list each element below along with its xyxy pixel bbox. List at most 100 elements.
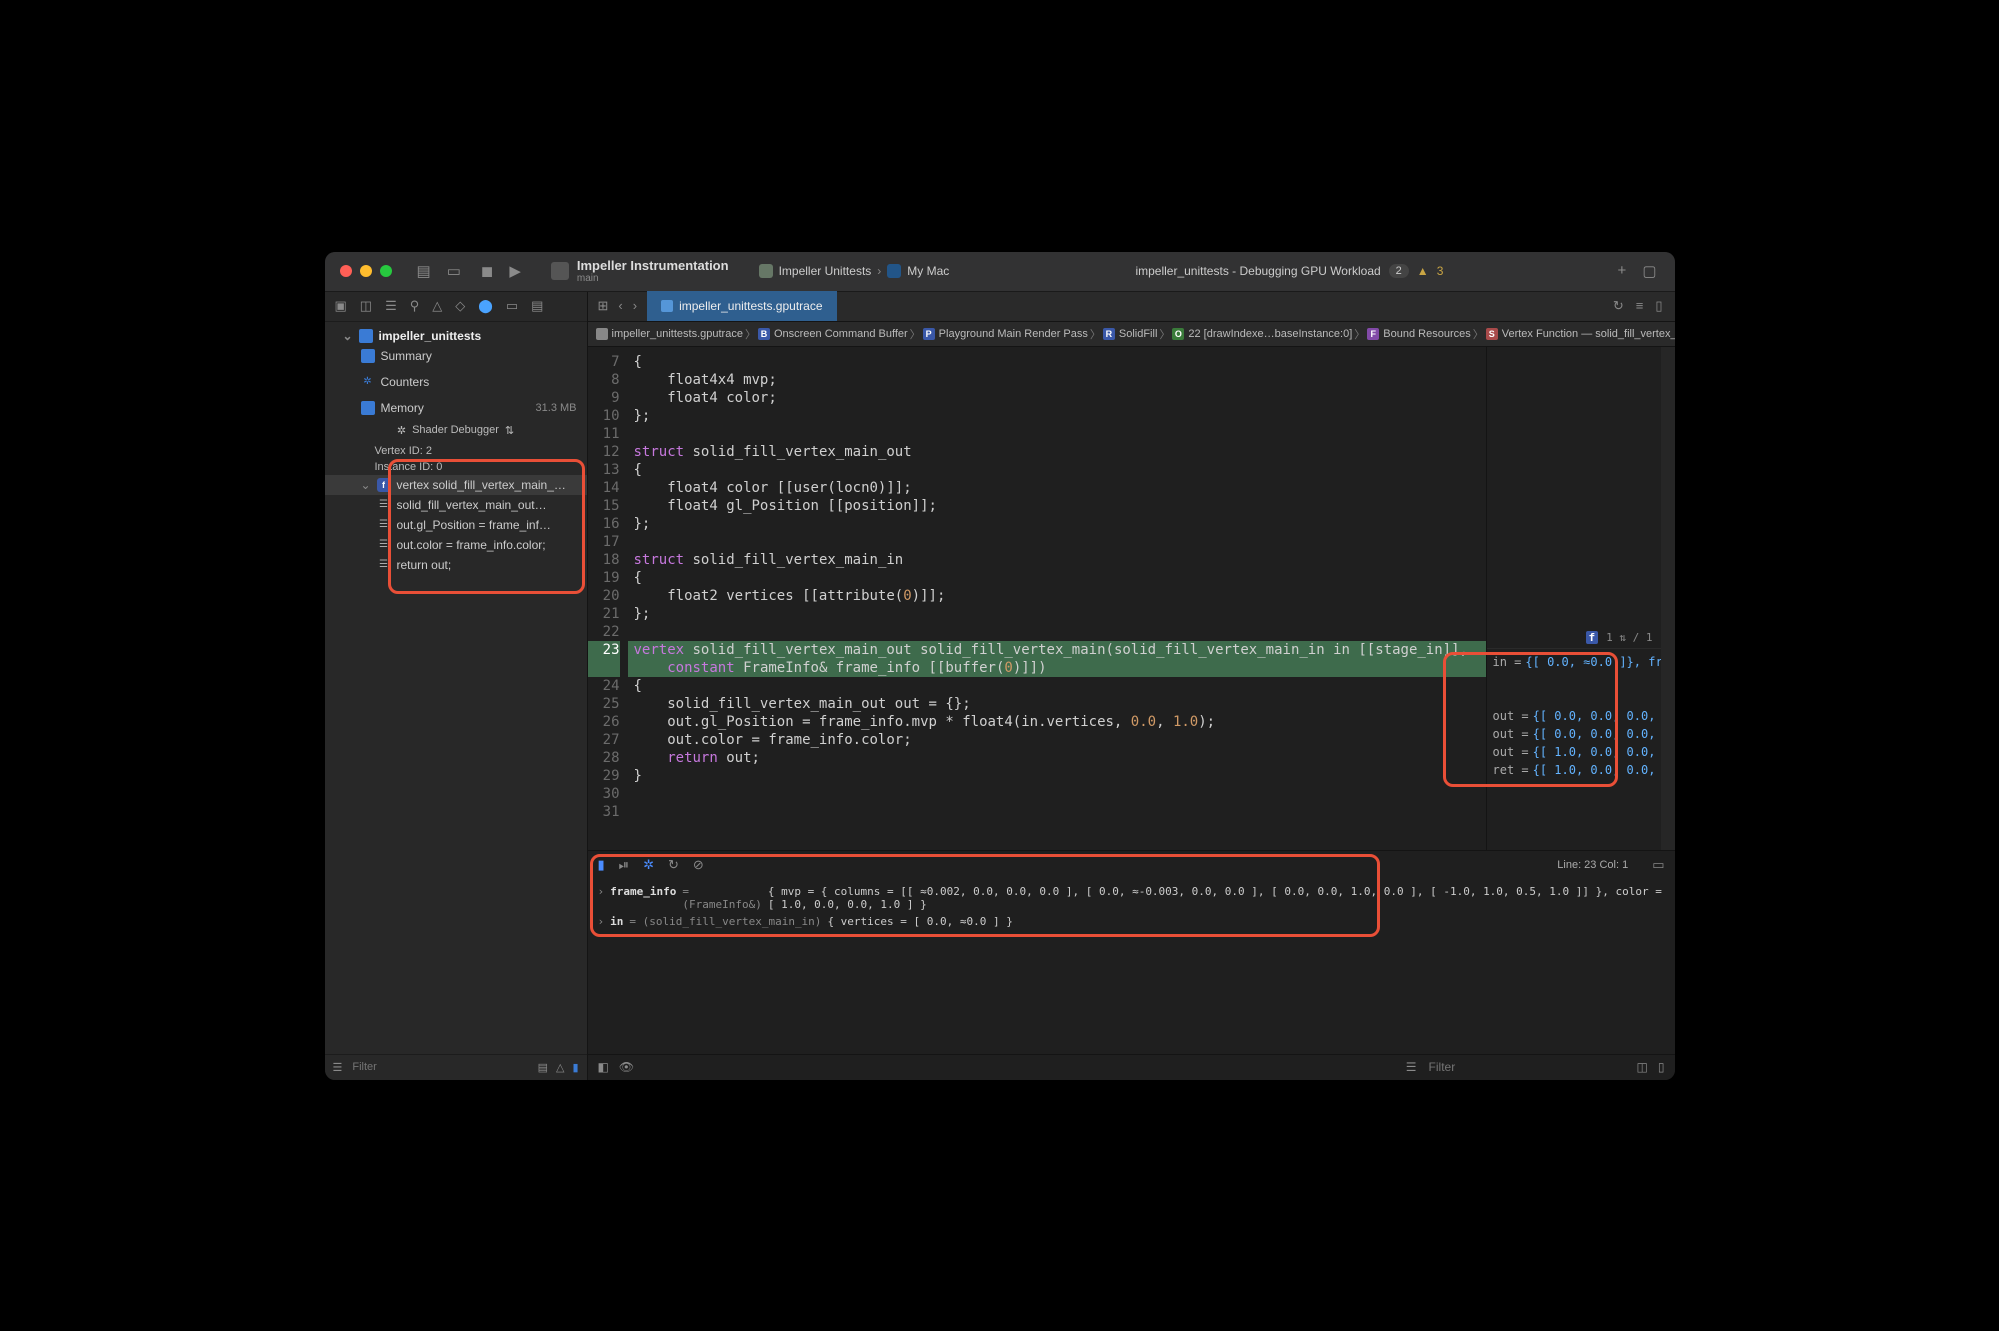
document-icon — [661, 300, 673, 312]
activity-view[interactable]: impeller_unittests - Debugging GPU Workl… — [979, 264, 1599, 278]
titlebar: ▤ ▭ ◼ ▶ Impeller Instrumentation main Im… — [325, 252, 1675, 292]
back-button[interactable]: ‹ — [618, 298, 622, 314]
debug-nav-icon[interactable]: ⬤ — [478, 298, 493, 314]
s-icon: S — [1486, 328, 1498, 340]
tree-root[interactable]: ⌄ impeller_unittests — [325, 326, 587, 346]
crumb-item[interactable]: FBound Resources — [1367, 328, 1470, 340]
minimap[interactable] — [1661, 347, 1675, 850]
inspector-row[interactable]: in = {[ 0.0, ≈0.0 ]}, frar — [1487, 653, 1661, 671]
page-icon — [361, 349, 375, 363]
filter-icon: ☰ — [1406, 1060, 1417, 1074]
filter-opt-icon[interactable]: ▮ — [572, 1061, 578, 1074]
section-title: Shader Debugger — [412, 424, 499, 436]
split-icon[interactable]: ▯ — [1655, 298, 1662, 314]
shader-line-item[interactable]: ☰ out.gl_Position = frame_inf… — [325, 515, 587, 535]
shader-line-item[interactable]: ☰ return out; — [325, 555, 587, 575]
tree-item[interactable]: Summary — [325, 346, 587, 366]
filter-icon: ☰ — [333, 1061, 343, 1074]
eye-icon[interactable]: 👁 — [619, 1060, 634, 1074]
crumb-item[interactable]: impeller_unittests.gputrace — [596, 328, 743, 340]
source-control-icon[interactable]: ◫ — [360, 298, 372, 314]
console-toolbar: ▮ ⏯ ✲ ↻ ⊘ Line: 23 Col: 1 ▭ — [588, 851, 1675, 879]
reload-icon[interactable]: ↻ — [668, 857, 679, 873]
library-button[interactable]: ▢ — [1642, 262, 1656, 280]
add-button[interactable]: + — [1618, 262, 1627, 280]
filter-opt-icon[interactable]: △ — [556, 1061, 564, 1074]
project-nav-icon[interactable]: ▣ — [335, 298, 347, 314]
code-editor[interactable]: 7891011121314151617181920212223242526272… — [588, 347, 1486, 850]
disclosure-icon[interactable]: ⌄ — [343, 329, 353, 343]
inspector-row[interactable]: ret = {[ 1.0, 0.0, 0.0, 1 — [1487, 761, 1661, 779]
project-title[interactable]: Impeller Instrumentation main — [551, 258, 729, 284]
editor-tab[interactable]: impeller_unittests.gputrace — [647, 291, 836, 321]
memory-size: 31.3 MB — [536, 402, 577, 414]
shader-line-item[interactable]: ☰ out.color = frame_info.color; — [325, 535, 587, 555]
crumb-item[interactable]: BOnscreen Command Buffer — [758, 328, 908, 340]
shader-fn-item[interactable]: ⌄ f vertex solid_fill_vertex_main_… — [325, 475, 587, 495]
crumb-item[interactable]: RSolidFill — [1103, 328, 1158, 340]
split-icon[interactable]: ◫ — [1637, 1060, 1648, 1074]
crumb-item[interactable]: O22 [drawIndexe…baseInstance:0] — [1172, 328, 1352, 340]
memory-icon — [361, 401, 375, 415]
run-button[interactable]: ▶ — [509, 262, 521, 280]
forward-button[interactable]: › — [633, 298, 637, 314]
disclosure-icon[interactable]: › — [598, 915, 605, 928]
filter-input[interactable] — [350, 1060, 529, 1074]
console-filter-bar: ◧ 👁 ☰ ◫ ▯ — [588, 1054, 1675, 1080]
chevron-right-icon: 〉 — [1088, 326, 1103, 342]
doc-icon — [596, 328, 608, 340]
scheme-icon — [759, 264, 773, 278]
crumb-item[interactable]: PPlayground Main Render Pass — [923, 328, 1088, 340]
find-nav-icon[interactable]: ⚲ — [410, 298, 420, 314]
tab-bar: ⊞ ‹ › impeller_unittests.gputrace ↻ ≡ ▯ — [588, 292, 1675, 322]
zoom-button[interactable] — [380, 265, 392, 277]
test-nav-icon[interactable]: ◇ — [455, 298, 465, 314]
report-nav-icon[interactable]: ▤ — [531, 298, 543, 314]
crumb-item[interactable]: SVertex Function — solid_fill_vertex_mai… — [1486, 328, 1675, 340]
gutter: 7891011121314151617181920212223242526272… — [588, 347, 628, 850]
disclosure-icon[interactable]: › — [598, 885, 605, 911]
inspector-row[interactable]: out = {[ 0.0, 0.0, 0.0, 0 — [1487, 707, 1661, 725]
tree-item[interactable]: ✲ Counters — [325, 372, 587, 392]
symbol-nav-icon[interactable]: ☰ — [385, 298, 397, 314]
variables-view[interactable]: ›frame_info = (FrameInfo&) { mvp = { col… — [588, 879, 1675, 1054]
navigator-filter[interactable]: ☰ ▤ △ ▮ — [325, 1054, 587, 1080]
issue-nav-icon[interactable]: △ — [432, 298, 442, 314]
step-icon[interactable]: ⏯ — [619, 857, 629, 873]
panel-icon[interactable]: ▭ — [1652, 857, 1664, 873]
scope-icon[interactable]: ▮ — [598, 857, 605, 873]
navigator-selector[interactable]: ▣ ◫ ☰ ⚲ △ ◇ ⬤ ▭ ▤ — [325, 292, 587, 322]
shader-debugger-header[interactable]: ✲ Shader Debugger ⇅ — [325, 418, 587, 443]
minimize-button[interactable] — [360, 265, 372, 277]
close-button[interactable] — [340, 265, 352, 277]
console-filter-input[interactable] — [1427, 1059, 1627, 1075]
tree-item[interactable]: Memory 31.3 MB — [325, 398, 587, 418]
jump-bar[interactable]: impeller_unittests.gputrace 〉 BOnscreen Co… — [588, 322, 1675, 347]
sidebar-toggle-icon[interactable]: ▤ — [417, 262, 431, 280]
debug-console: ▮ ⏯ ✲ ↻ ⊘ Line: 23 Col: 1 ▭ ›frame_info … — [588, 850, 1675, 1080]
navigator-sidebar: ▣ ◫ ☰ ⚲ △ ◇ ⬤ ▭ ▤ ⌄ impeller_unittests — [325, 292, 588, 1080]
line-icon: ☰ — [377, 498, 391, 512]
split-icon[interactable]: ▯ — [1658, 1060, 1665, 1074]
filter-opt-icon[interactable]: ▤ — [538, 1061, 548, 1074]
list-icon[interactable]: ≡ — [1636, 298, 1644, 314]
inspector-row[interactable]: out = {[ 0.0, 0.0, 0.0, 0 — [1487, 725, 1661, 743]
line-icon: ☰ — [377, 518, 391, 532]
clear-icon[interactable]: ⊘ — [693, 857, 704, 873]
inspector-row[interactable]: out = {[ 1.0, 0.0, 0.0, 1 — [1487, 743, 1661, 761]
refresh-icon[interactable]: ↻ — [1613, 298, 1624, 314]
disclosure-icon[interactable]: ⌄ — [361, 478, 371, 492]
shader-line-item[interactable]: ☰ solid_fill_vertex_main_out… — [325, 495, 587, 515]
fn-label: vertex solid_fill_vertex_main_… — [397, 478, 566, 492]
stop-button[interactable]: ◼ — [481, 262, 493, 280]
item-label: Summary — [381, 349, 432, 363]
variable-row[interactable]: ›frame_info = (FrameInfo&) { mvp = { col… — [598, 883, 1665, 913]
grid-icon[interactable]: ⊞ — [598, 298, 609, 314]
bug-icon[interactable]: ✲ — [643, 857, 654, 873]
root-label: impeller_unittests — [379, 329, 482, 343]
breakpoint-nav-icon[interactable]: ▭ — [506, 298, 518, 314]
tree-icon[interactable]: ◧ — [598, 1060, 609, 1074]
scheme-selector[interactable]: Impeller Unittests › My Mac — [759, 264, 950, 278]
variable-row[interactable]: ›in = (solid_fill_vertex_main_in) { vert… — [598, 913, 1665, 930]
nav-stack-icon[interactable]: ▭ — [447, 262, 461, 280]
